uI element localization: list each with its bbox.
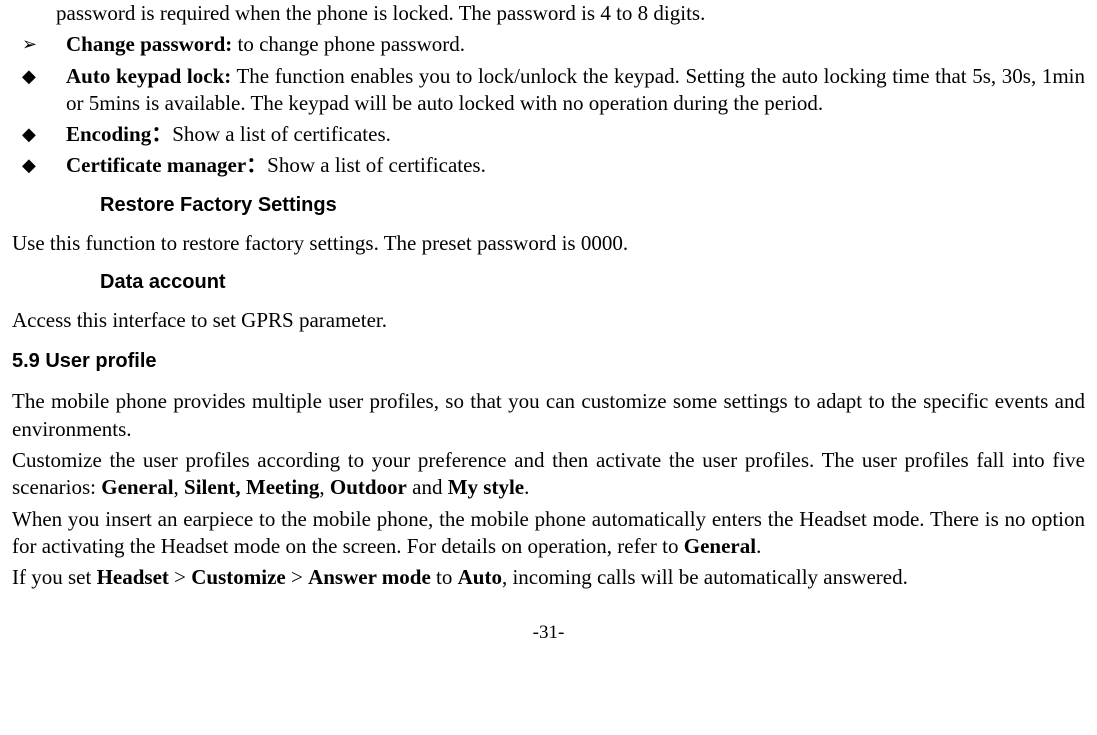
bullet-text: Change password: to change phone passwor… bbox=[66, 31, 1085, 58]
bullet-chevron-icon: ➢ bbox=[12, 31, 66, 56]
profile-general: General bbox=[101, 475, 173, 499]
bullet-item-certificate-manager: ◆ Certificate manager：Show a list of cer… bbox=[12, 152, 1085, 179]
text-segment: If you set bbox=[12, 565, 97, 589]
paragraph-headset-auto-answer: If you set Headset > Customize > Answer … bbox=[12, 564, 1085, 591]
text-segment: . bbox=[756, 534, 761, 558]
bullet-label: Auto keypad lock: bbox=[66, 64, 231, 88]
text-segment: and bbox=[407, 475, 448, 499]
bullet-diamond-icon: ◆ bbox=[12, 121, 66, 146]
bullet-text: Encoding：Show a list of certificates. bbox=[66, 121, 1085, 148]
bullet-item-change-password: ➢ Change password: to change phone passw… bbox=[12, 31, 1085, 58]
bullet-label: Certificate manager： bbox=[66, 153, 267, 177]
menu-path-headset: Headset bbox=[97, 565, 169, 589]
profile-outdoor: Outdoor bbox=[330, 475, 407, 499]
bullet-text: Auto keypad lock: The function enables y… bbox=[66, 63, 1085, 118]
continuation-text: password is required when the phone is l… bbox=[56, 0, 1085, 27]
bullet-label: Change password: bbox=[66, 32, 232, 56]
menu-path-customize: Customize bbox=[191, 565, 285, 589]
reference-general: General bbox=[684, 534, 756, 558]
bullet-item-encoding: ◆ Encoding：Show a list of certificates. bbox=[12, 121, 1085, 148]
paragraph-data-account: Access this interface to set GPRS parame… bbox=[12, 307, 1085, 334]
page-number: -31- bbox=[12, 621, 1085, 646]
text-segment: to bbox=[431, 565, 458, 589]
text-segment: , bbox=[319, 475, 330, 499]
bullet-diamond-icon: ◆ bbox=[12, 152, 66, 177]
bullet-text: Certificate manager：Show a list of certi… bbox=[66, 152, 1085, 179]
paragraph-restore-factory: Use this function to restore factory set… bbox=[12, 230, 1085, 257]
menu-path-answer-mode: Answer mode bbox=[308, 565, 431, 589]
text-segment: , incoming calls will be automatically a… bbox=[502, 565, 908, 589]
text-segment: . bbox=[524, 475, 529, 499]
text-segment: , bbox=[174, 475, 185, 499]
profile-silent-meeting: Silent, Meeting bbox=[184, 475, 319, 499]
heading-data-account: Data account bbox=[100, 269, 1085, 295]
bullet-diamond-icon: ◆ bbox=[12, 63, 66, 88]
menu-path-auto: Auto bbox=[458, 565, 502, 589]
paragraph-user-profile-intro: The mobile phone provides multiple user … bbox=[12, 388, 1085, 443]
heading-restore-factory-settings: Restore Factory Settings bbox=[100, 192, 1085, 218]
paragraph-headset-mode: When you insert an earpiece to the mobil… bbox=[12, 506, 1085, 561]
bullet-item-auto-keypad-lock: ◆ Auto keypad lock: The function enables… bbox=[12, 63, 1085, 118]
bullet-body: to change phone password. bbox=[232, 32, 465, 56]
text-segment: > bbox=[286, 565, 308, 589]
bullet-body: Show a list of certificates. bbox=[267, 153, 486, 177]
paragraph-user-profile-scenarios: Customize the user profiles according to… bbox=[12, 447, 1085, 502]
bullet-label: Encoding： bbox=[66, 122, 172, 146]
text-segment: When you insert an earpiece to the mobil… bbox=[12, 507, 1085, 558]
section-heading-user-profile: 5.9 User profile bbox=[12, 348, 1085, 374]
document-page: password is required when the phone is l… bbox=[12, 0, 1085, 646]
text-segment: > bbox=[169, 565, 191, 589]
bullet-body: Show a list of certificates. bbox=[172, 122, 391, 146]
profile-my-style: My style bbox=[448, 475, 524, 499]
